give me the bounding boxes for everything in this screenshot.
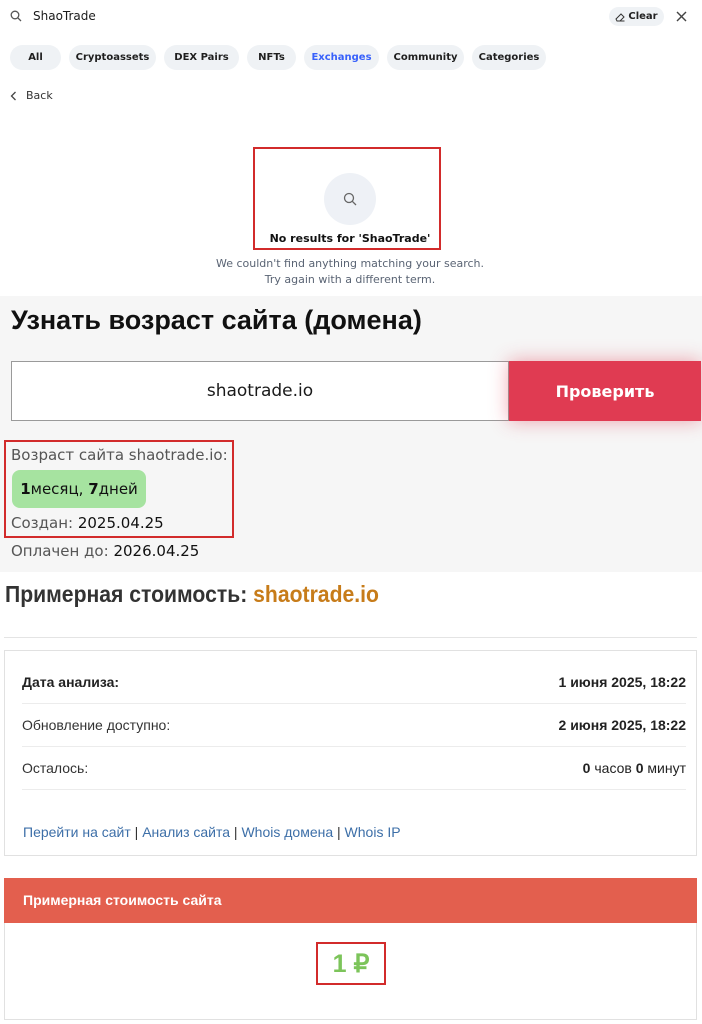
filter-chip-all[interactable]: All xyxy=(10,45,61,70)
created-label: Создан: xyxy=(11,514,74,532)
remaining-minutes-unit: минут xyxy=(647,760,686,776)
remaining-minutes: 0 xyxy=(635,760,644,776)
filter-chip-nfts[interactable]: NFTs xyxy=(247,45,296,70)
update-available-row: Обновление доступно: 2 июня 2025, 18:22 xyxy=(22,704,686,747)
no-results-hint: Try again with a different term. xyxy=(264,273,436,286)
close-icon[interactable] xyxy=(675,10,688,23)
age-days-number: 7 xyxy=(88,480,99,498)
update-available-label: Обновление доступно: xyxy=(22,717,171,733)
analysis-date-value: 1 июня 2025, 18:22 xyxy=(558,674,686,690)
no-results-title: No results for 'ShaoTrade' xyxy=(269,232,431,245)
filter-chip-dex-pairs[interactable]: DEX Pairs xyxy=(164,45,239,70)
domain-input[interactable]: shaotrade.io xyxy=(11,361,509,421)
link-visit-site[interactable]: Перейти на сайт xyxy=(23,824,131,840)
analysis-date-label: Дата анализа: xyxy=(22,674,120,690)
estimate-title: Примерная стоимость: shaotrade.io xyxy=(5,581,379,608)
back-label: Back xyxy=(26,89,53,102)
age-months-number: 1 xyxy=(20,480,31,498)
remaining-hours: 0 xyxy=(582,760,591,776)
clear-button-label: Clear xyxy=(628,11,658,22)
remaining-label: Осталось: xyxy=(22,760,89,776)
no-results-icon-circle xyxy=(324,173,376,225)
update-available-value: 2 июня 2025, 18:22 xyxy=(558,717,686,733)
clear-button[interactable]: Clear xyxy=(609,7,664,26)
filter-chips: All Cryptoassets DEX Pairs NFTs Exchange… xyxy=(10,45,546,70)
remaining-value: 0 часов 0 минут xyxy=(583,760,686,776)
filter-chip-community[interactable]: Community xyxy=(387,45,464,70)
created-line: Создан: 2025.04.25 xyxy=(11,514,164,532)
age-label: Возраст сайта shaotrade.io: xyxy=(11,446,228,464)
estimate-domain: shaotrade.io xyxy=(253,581,379,607)
search-bar[interactable]: ShaoTrade xyxy=(0,0,702,34)
age-days-unit: дней xyxy=(98,480,138,498)
page-title: Узнать возраст сайта (домена) xyxy=(11,305,422,335)
check-button[interactable]: Проверить xyxy=(509,361,701,421)
filter-chip-cryptoassets[interactable]: Cryptoassets xyxy=(69,45,156,70)
age-months-unit: месяц, xyxy=(30,480,84,498)
eraser-icon xyxy=(615,12,626,21)
age-badge: 1 месяц, 7 дней xyxy=(12,470,146,508)
remaining-hours-unit: часов xyxy=(594,760,632,776)
paid-until-line: Оплачен до: 2026.04.25 xyxy=(11,542,199,560)
search-input[interactable]: ShaoTrade xyxy=(33,9,96,23)
site-price: 1 ₽ xyxy=(316,942,386,985)
link-whois-domain[interactable]: Whois домена xyxy=(241,824,333,840)
chevron-left-icon xyxy=(10,91,16,100)
link-site-analysis[interactable]: Анализ сайта xyxy=(142,824,230,840)
no-results-message: We couldn't find anything matching your … xyxy=(215,257,485,270)
search-icon xyxy=(343,192,357,206)
created-value: 2025.04.25 xyxy=(77,514,164,532)
back-link[interactable]: Back xyxy=(10,89,53,102)
link-whois-ip[interactable]: Whois IP xyxy=(345,824,401,840)
paid-until-label: Оплачен до: xyxy=(11,542,109,560)
filter-chip-categories[interactable]: Categories xyxy=(472,45,546,70)
search-icon xyxy=(10,10,22,22)
site-cost-header: Примерная стоимость сайта xyxy=(4,878,697,923)
analysis-date-row: Дата анализа: 1 июня 2025, 18:22 xyxy=(22,661,686,704)
paid-until-value: 2026.04.25 xyxy=(113,542,200,560)
filter-chip-exchanges[interactable]: Exchanges xyxy=(304,45,379,70)
divider xyxy=(4,637,697,638)
tool-links: Перейти на сайт | Анализ сайта | Whois д… xyxy=(23,824,401,840)
estimate-title-prefix: Примерная стоимость: xyxy=(5,581,248,607)
remaining-row: Осталось: 0 часов 0 минут xyxy=(22,747,686,790)
